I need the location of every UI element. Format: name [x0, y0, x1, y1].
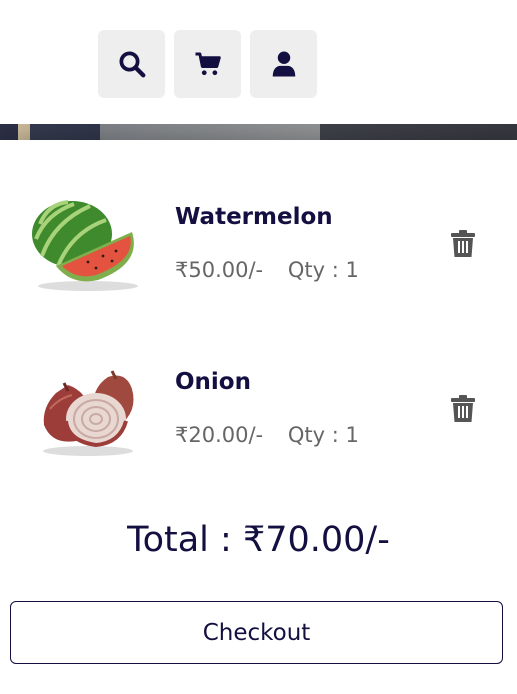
- item-quantity: Qty : 1: [287, 423, 359, 447]
- trash-icon[interactable]: [450, 395, 476, 423]
- item-meta: ₹20.00/- Qty : 1: [175, 423, 359, 447]
- user-icon: [272, 51, 295, 77]
- cart-button[interactable]: [174, 30, 241, 98]
- watermelon-image: [32, 200, 138, 291]
- search-button[interactable]: [98, 30, 165, 98]
- item-name: Onion: [175, 369, 251, 395]
- item-quantity: Qty : 1: [287, 258, 359, 282]
- header: [0, 0, 517, 128]
- cart-item: Onion ₹20.00/- Qty : 1: [0, 353, 517, 473]
- account-button[interactable]: [250, 30, 317, 98]
- cart-icon: [195, 52, 221, 76]
- trash-icon[interactable]: [450, 230, 476, 258]
- item-name: Watermelon: [175, 204, 333, 230]
- cart-total: Total : ₹70.00/-: [127, 520, 390, 560]
- search-icon: [119, 51, 145, 78]
- cart-item: Watermelon ₹50.00/- Qty : 1: [0, 188, 517, 308]
- checkout-button[interactable]: Checkout: [10, 601, 503, 664]
- item-price: ₹50.00/-: [175, 258, 264, 282]
- item-price: ₹20.00/-: [175, 423, 264, 447]
- onion-image: [43, 370, 134, 456]
- item-meta: ₹50.00/- Qty : 1: [175, 258, 359, 282]
